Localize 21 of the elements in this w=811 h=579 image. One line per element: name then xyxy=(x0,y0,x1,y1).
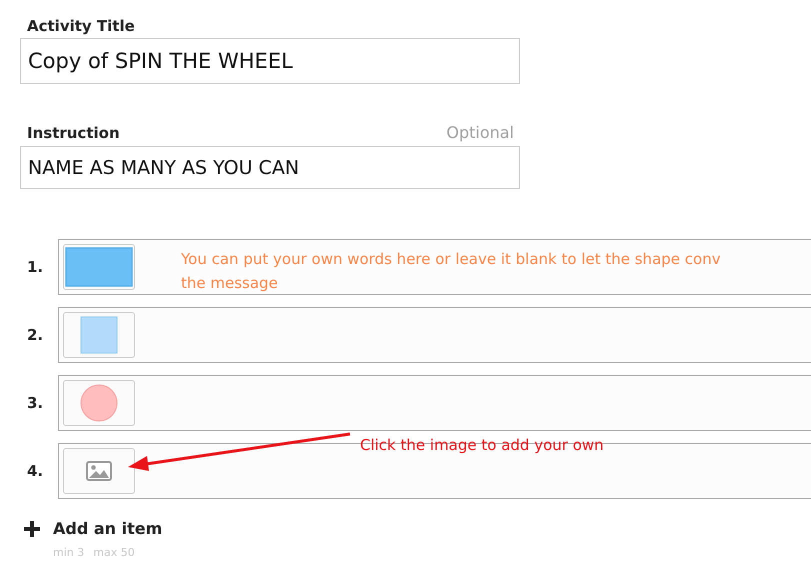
title-field[interactable]: Copy of SPIN THE WHEEL xyxy=(20,38,520,84)
image-button[interactable] xyxy=(63,448,135,494)
image-button[interactable] xyxy=(63,380,135,426)
image-button[interactable] xyxy=(63,312,135,358)
optional-hint: Optional xyxy=(446,123,514,142)
annotation-text: You can put your own words here or leave it blank to let the shape conv the message xyxy=(181,249,722,294)
circle-shape xyxy=(80,384,118,422)
add-item-button[interactable]: Add an item xyxy=(24,519,162,538)
image-icon xyxy=(86,461,112,481)
plus-icon xyxy=(24,520,40,536)
instruction-field[interactable]: NAME AS MANY AS YOU CAN xyxy=(20,146,520,189)
item-number: 4. xyxy=(26,462,44,480)
rectangle-shape xyxy=(65,247,133,287)
square-shape xyxy=(80,316,118,354)
item-number: 1. xyxy=(26,258,44,276)
annotation-text: Click the image to add your own xyxy=(360,436,604,454)
field-label: Instruction xyxy=(27,124,120,142)
item-number: 3. xyxy=(26,394,44,412)
item-number: 2. xyxy=(26,326,44,344)
image-button[interactable] xyxy=(63,244,135,290)
field-label: Activity Title xyxy=(27,17,135,35)
